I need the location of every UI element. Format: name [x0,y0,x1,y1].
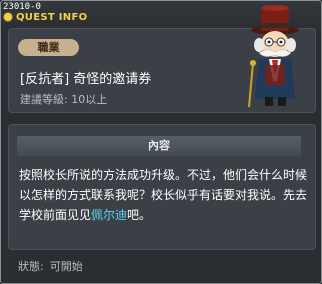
recommended-level: 建議等級: 10以上 [20,93,108,106]
window-title: QUEST INFO [16,11,88,23]
quest-info-window: 23010-0 QUEST INFO 職業 [反抗者] 奇怪的邀请券 建議等級:… [0,0,322,284]
description-text-end: 吧。 [127,208,152,222]
status-label: 狀態: [18,260,44,273]
npc-character-portrait [248,5,299,108]
content-heading: 內容 [17,136,301,156]
quest-status: 狀態: 可開始 [18,258,89,274]
quest-description: 按照校长所说的方法成功升级。不过，他们会什么时候以怎样的方式联系我呢？校长似乎有… [19,165,309,225]
window-title-bar: QUEST INFO [3,10,87,24]
quest-info-icon [3,12,13,22]
description-text: 按照校长所说的方法成功升级。不过，他们会什么时候以怎样的方式联系我呢？校长似乎有… [19,168,308,222]
status-value: 可開始 [49,260,83,273]
npc-name-link[interactable]: 佩尔迪 [91,208,127,222]
job-badge: 職業 [18,39,79,56]
quest-name: [反抗者] 奇怪的邀请券 [20,72,152,87]
